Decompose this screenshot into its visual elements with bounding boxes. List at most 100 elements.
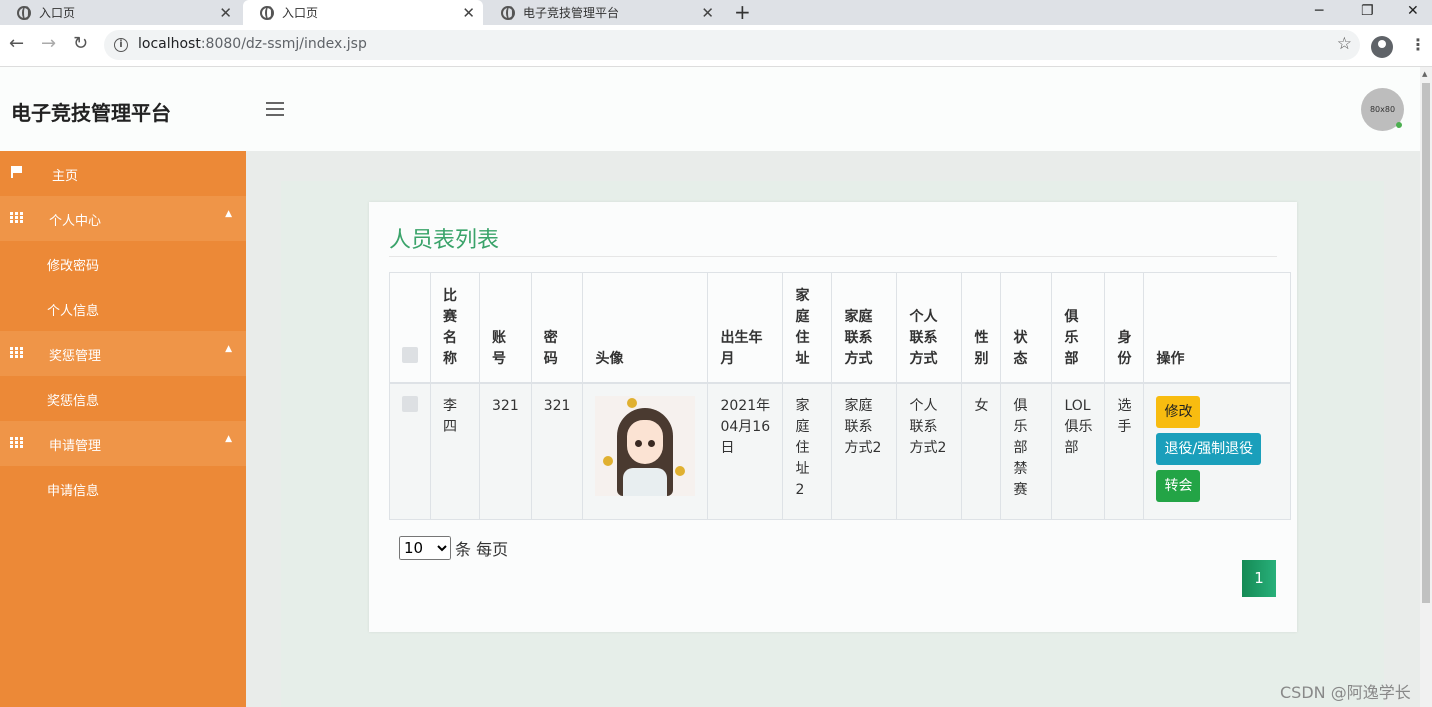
close-icon[interactable]: ✕ [219, 4, 232, 22]
sidebar-group-rewards[interactable]: 奖惩管理 ▲ [0, 331, 246, 376]
sidebar-item-home[interactable]: 主页 [0, 151, 246, 196]
sidebar-item-label: 主页 [52, 169, 79, 184]
column-header: 家庭住址 [782, 272, 833, 383]
tab-title: 入口页 [282, 6, 319, 20]
sidebar-item-personal-info[interactable]: 个人信息 [0, 286, 246, 331]
page-size-select[interactable]: 10 [399, 536, 451, 560]
edit-button[interactable]: 修改 [1156, 395, 1201, 428]
sidebar-item-label: 奖惩管理 [49, 349, 102, 364]
transfer-button[interactable]: 转会 [1156, 469, 1201, 502]
sidebar-item-rewards-info[interactable]: 奖惩信息 [0, 376, 246, 421]
column-header: 状态 [1000, 272, 1053, 383]
sidebar-group-applications[interactable]: 申请管理 ▲ [0, 421, 246, 466]
scroll-up-icon[interactable]: ▲ [1422, 70, 1427, 78]
column-header: 个人联系方式 [896, 272, 963, 383]
flag-icon [11, 166, 22, 178]
address-bar: ← → ↻ i localhost:8080/dz-ssmj/index.jsp… [0, 25, 1432, 67]
window-close-icon[interactable]: ✕ [1407, 0, 1419, 22]
browser-tab[interactable]: 电子竞技管理平台 ✕ [484, 0, 722, 25]
scrollbar-thumb[interactable] [1422, 83, 1430, 603]
hamburger-icon[interactable] [266, 102, 284, 116]
column-header: 操作 [1143, 272, 1292, 383]
table-cell: 家庭住址2 [782, 382, 833, 520]
restore-icon[interactable]: ❐ [1361, 0, 1374, 22]
online-status-dot [1396, 122, 1402, 128]
avatar-image [595, 395, 696, 496]
browser-tab[interactable]: 入口页 ✕ [0, 0, 240, 25]
actions-cell: 修改 退役/强制退役 转会 [1143, 382, 1292, 520]
globe-icon [260, 5, 274, 20]
close-icon[interactable]: ✕ [701, 4, 714, 22]
column-header: 头像 [582, 272, 709, 383]
table-cell: 家庭联系方式2 [831, 382, 898, 520]
table-cell: 俱乐部禁赛 [1000, 382, 1053, 520]
table-header-row: 比赛名称 账号 密码 头像 出生年月 家庭住址 家庭联系方式 个人联系方式 性别… [389, 272, 1292, 383]
sidebar-item-label: 申请管理 [49, 439, 102, 454]
globe-icon [17, 5, 31, 20]
watermark: CSDN @阿逸学长 [1280, 683, 1411, 702]
page-size-control: 10 条 每页 [399, 536, 508, 560]
grid-icon [10, 437, 23, 448]
table-cell: 321 [530, 382, 584, 520]
sidebar-item-change-password[interactable]: 修改密码 [0, 241, 246, 286]
url-input[interactable]: i localhost:8080/dz-ssmj/index.jsp ☆ [104, 30, 1360, 60]
table-cell: 选手 [1104, 382, 1145, 520]
select-all-checkbox[interactable] [402, 346, 418, 363]
profile-icon[interactable] [1371, 36, 1393, 58]
divider [389, 256, 1277, 257]
back-icon[interactable]: ← [9, 33, 24, 54]
sidebar-item-label: 修改密码 [47, 259, 100, 274]
reload-icon[interactable]: ↻ [73, 33, 88, 54]
tab-title: 电子竞技管理平台 [523, 6, 620, 20]
table-cell: LOL俱乐部 [1051, 382, 1106, 520]
table-cell: 321 [479, 382, 532, 520]
minimize-icon[interactable]: ─ [1315, 0, 1323, 22]
browser-tab-bar: 入口页 ✕ 入口页 ✕ 电子竞技管理平台 ✕ + ─ ❐ ✕ [0, 0, 1432, 25]
table-row: 李四 321 321 2021年04月16日 家庭住址2 家庭联系方式2 个人联… [389, 382, 1292, 520]
sidebar: 主页 个人中心 ▲ 修改密码 个人信息 奖惩管理 ▲ 奖惩信息 申请管理 ▲ 申… [0, 151, 246, 707]
vertical-scrollbar[interactable]: ▲ [1420, 67, 1432, 707]
row-checkbox[interactable] [402, 395, 418, 412]
page-title: 人员表列表 [389, 228, 500, 253]
grid-icon [10, 212, 23, 223]
select-all-header [389, 272, 431, 383]
caret-up-icon: ▲ [225, 434, 232, 444]
table-cell: 个人联系方式2 [896, 382, 963, 520]
column-header: 性别 [961, 272, 1002, 383]
caret-up-icon: ▲ [225, 344, 232, 354]
list-card: 人员表列表 比赛名称 账号 密码 头像 出生年月 家庭住址 家庭联系方式 个人联… [369, 202, 1297, 632]
globe-icon [501, 5, 515, 20]
caret-up-icon: ▲ [225, 209, 232, 219]
url-text: localhost:8080/dz-ssmj/index.jsp [138, 36, 367, 52]
browser-tab-active[interactable]: 入口页 ✕ [243, 0, 483, 25]
column-header: 身份 [1104, 272, 1145, 383]
column-header: 俱乐部 [1051, 272, 1106, 383]
column-header: 账号 [479, 272, 532, 383]
bookmark-star-icon[interactable]: ☆ [1337, 34, 1352, 54]
column-header: 家庭联系方式 [831, 272, 898, 383]
new-tab-icon[interactable]: + [734, 0, 751, 24]
sidebar-item-label: 申请信息 [47, 484, 100, 499]
pagination-page-1[interactable]: 1 [1242, 560, 1276, 597]
table-cell [582, 382, 709, 520]
grid-icon [10, 347, 23, 358]
row-select-cell [389, 382, 431, 520]
info-icon[interactable]: i [114, 38, 128, 52]
brand-title: 电子竞技管理平台 [11, 101, 171, 125]
sidebar-item-application-info[interactable]: 申请信息 [0, 466, 246, 511]
sidebar-group-personal-center[interactable]: 个人中心 ▲ [0, 196, 246, 241]
app-header: 电子竞技管理平台 80x80 [0, 67, 1420, 151]
column-header: 比赛名称 [430, 272, 480, 383]
sidebar-item-label: 个人中心 [49, 214, 102, 229]
table-cell: 2021年04月16日 [707, 382, 784, 520]
close-icon[interactable]: ✕ [462, 4, 475, 22]
column-header: 出生年月 [707, 272, 784, 383]
sidebar-item-label: 个人信息 [47, 304, 100, 319]
forward-icon[interactable]: → [41, 33, 56, 54]
table-cell: 李四 [430, 382, 480, 520]
column-header: 密码 [530, 272, 584, 383]
menu-kebab-icon[interactable]: ⋮ [1410, 35, 1426, 54]
retire-button[interactable]: 退役/强制退役 [1156, 432, 1262, 465]
personnel-table: 比赛名称 账号 密码 头像 出生年月 家庭住址 家庭联系方式 个人联系方式 性别… [389, 272, 1292, 520]
tab-title: 入口页 [39, 6, 76, 20]
